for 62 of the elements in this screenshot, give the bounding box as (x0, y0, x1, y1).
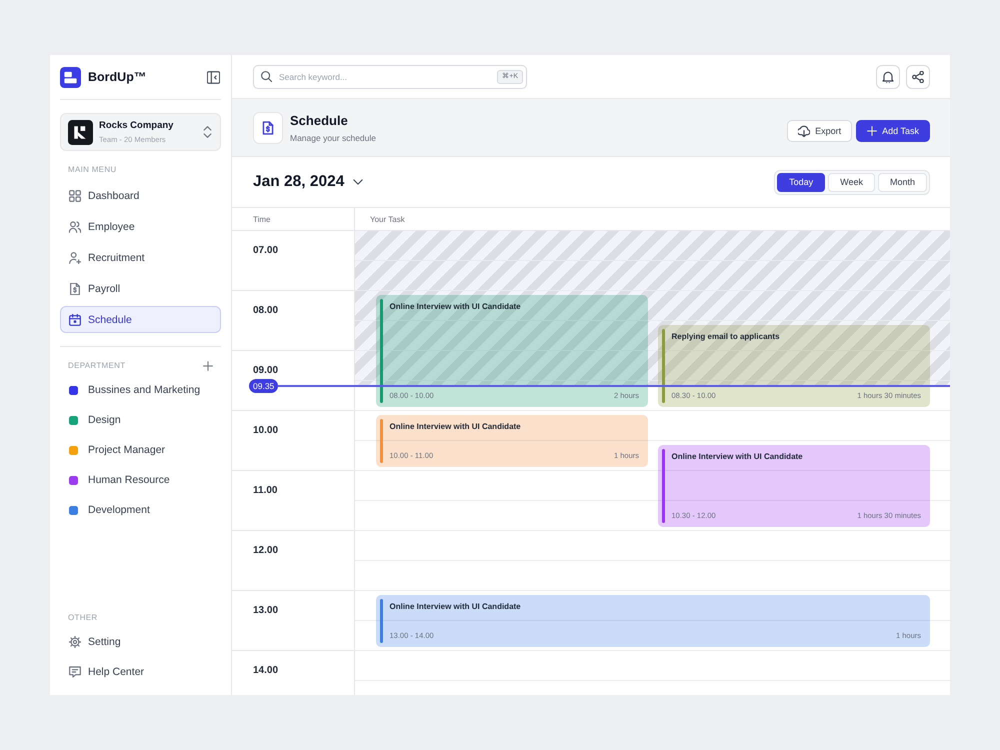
event-title: Online Interview with UI Candidate (390, 422, 521, 431)
menu-item[interactable]: Help Center (60, 657, 221, 687)
chat-icon (69, 666, 81, 678)
event-title: Online Interview with UI Candidate (390, 302, 521, 311)
document-dollar-icon (253, 112, 283, 144)
brand-logo-icon (60, 66, 81, 88)
hour-label: 11.00 (253, 485, 278, 496)
menu-item[interactable]: Schedule (60, 306, 221, 333)
view-tab[interactable]: Week (828, 172, 875, 192)
share-button[interactable] (906, 64, 930, 88)
event-title: Online Interview with UI Candidate (672, 452, 803, 461)
column-header: Your Task (370, 214, 405, 224)
hour-label: 08.00 (253, 305, 278, 316)
section-label: OTHER (68, 613, 98, 623)
department-item[interactable]: Development (60, 495, 221, 525)
grid-icon (69, 190, 81, 202)
hour-label: 10.00 (253, 425, 278, 436)
team-name: Rocks Company (99, 120, 174, 131)
chevron-down-icon (353, 179, 364, 185)
company-logo-icon (68, 120, 93, 144)
hour-label: 12.00 (253, 545, 278, 556)
page-title: Schedule (290, 112, 349, 128)
hour-label: 13.00 (253, 605, 278, 616)
notification-button[interactable] (876, 64, 900, 88)
department-item[interactable]: Human Resource (60, 465, 221, 495)
event-title: Online Interview with UI Candidate (390, 602, 521, 611)
menu-item[interactable]: Recruitment (60, 244, 221, 271)
department-item[interactable]: Project Manager (60, 435, 221, 465)
hour-label: 14.00 (253, 665, 278, 676)
brand-name: BordUp™ (88, 70, 146, 84)
date-picker[interactable]: Jan 28, 2024 (253, 173, 364, 191)
user-plus-icon (69, 252, 81, 264)
view-tab[interactable]: Month (878, 172, 927, 192)
plus-icon[interactable] (203, 361, 213, 371)
section-label: DEPARTMENT (68, 361, 126, 371)
document-dollar-icon (69, 282, 81, 294)
menu-item[interactable]: Employee (60, 213, 221, 240)
plus-icon (867, 126, 878, 136)
hour-label: 09.00 (253, 365, 278, 376)
cloud-download-icon (798, 124, 810, 136)
menu-item[interactable]: Setting (60, 627, 221, 657)
export-button[interactable]: Export (787, 120, 852, 142)
gear-icon (69, 636, 81, 648)
department-item[interactable]: Bussines and Marketing (60, 375, 221, 405)
sidebar-collapse-icon[interactable] (207, 70, 220, 84)
current-time-badge: 09.35 (249, 379, 278, 393)
menu-item[interactable]: Dashboard (60, 182, 221, 209)
department-item[interactable]: Design (60, 405, 221, 435)
menu-item[interactable]: Payroll (60, 275, 221, 302)
column-header: Time (253, 214, 270, 224)
share-icon (912, 70, 924, 82)
search-icon (261, 71, 272, 82)
section-label: MAIN MENU (68, 165, 116, 175)
chevron-up-down-icon (203, 126, 212, 138)
users-icon (69, 220, 81, 232)
bell-icon (882, 70, 894, 82)
calendar-icon (69, 314, 81, 326)
hour-label: 07.00 (253, 245, 278, 256)
view-tab[interactable]: Today (777, 172, 826, 192)
event-title: Replying email to applicants (672, 332, 780, 341)
page-subtitle: Manage your schedule (290, 132, 376, 142)
add-task-button[interactable]: Add Task (856, 120, 930, 142)
